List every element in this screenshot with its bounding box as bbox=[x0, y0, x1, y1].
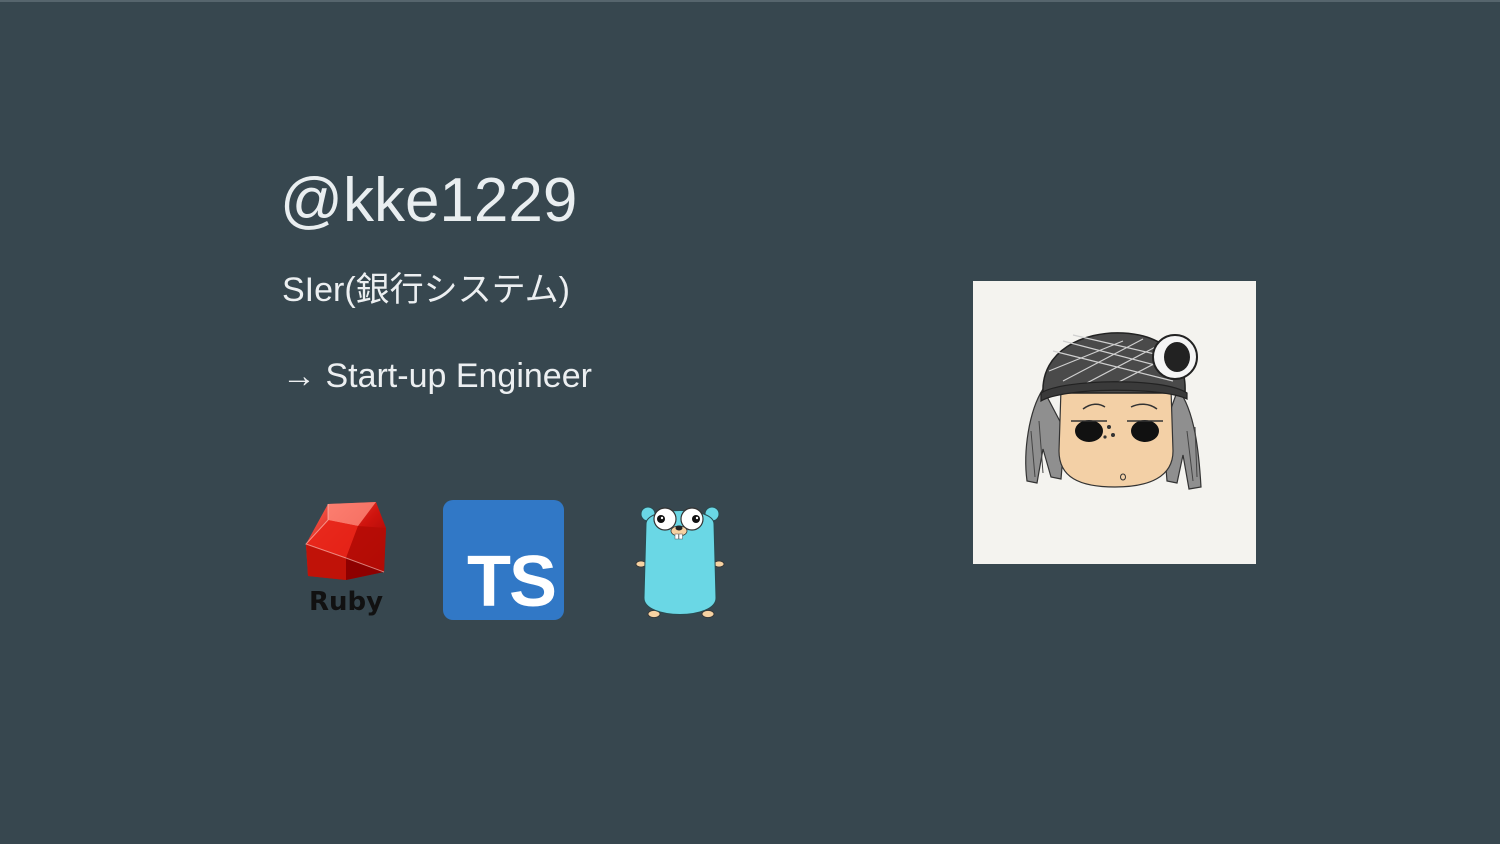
ruby-gem-icon: Ruby bbox=[305, 502, 386, 617]
typescript-label: TS bbox=[466, 542, 557, 622]
avatar bbox=[973, 281, 1256, 564]
slide-title-handle: @kke1229 bbox=[280, 166, 578, 235]
ruby-label: Ruby bbox=[309, 587, 383, 617]
career-current: → Start-up Engineer bbox=[282, 357, 592, 395]
career-previous: SIer(銀行システム) bbox=[282, 271, 570, 309]
typescript-logo: TS bbox=[443, 500, 564, 620]
go-gopher-icon bbox=[635, 506, 725, 618]
slide: @kke1229 SIer(銀行システム) → Start-up Enginee… bbox=[0, 0, 1500, 844]
ruby-logo: Ruby bbox=[298, 498, 394, 622]
hand-drawn-avatar-icon bbox=[1025, 332, 1202, 490]
go-gopher-logo bbox=[632, 498, 728, 622]
